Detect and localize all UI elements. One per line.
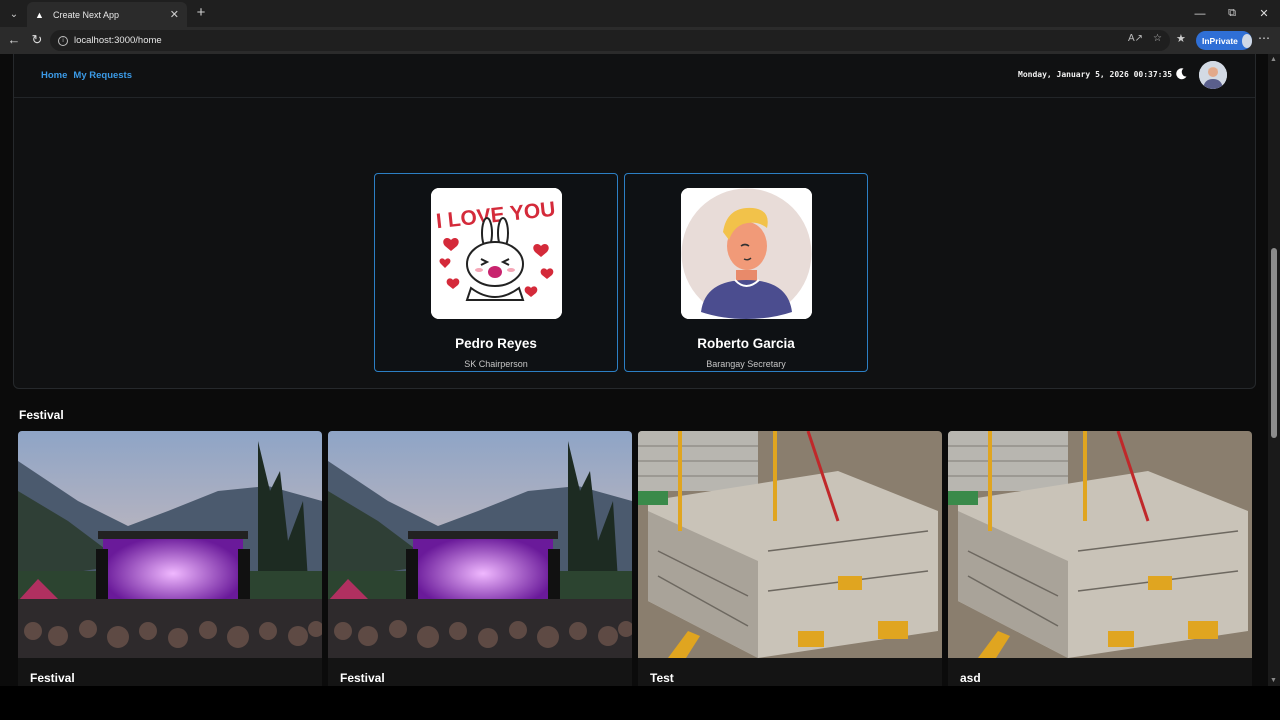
page-scrollbar[interactable]: ▲ ▼ [1268,54,1280,686]
scroll-up-icon[interactable]: ▲ [1270,56,1277,63]
officials-list: I LOVE YOU Pedro Reyes SK Chairperson Ro… [374,173,868,372]
nav-link-my-requests[interactable]: My Requests [73,70,132,81]
official-role: Barangay Secretary [706,359,786,369]
browser-tab-bar: ⌄ ▲ Create Next App ✕ + — ⧉ ✕ [0,0,1280,27]
official-card[interactable]: Roberto Garcia Barangay Secretary [624,173,868,372]
tab-actions-menu-icon[interactable]: ⌄ [4,4,24,24]
page-viewport: Home My Requests Monday, January 5, 2026… [0,54,1268,686]
favorite-star-icon[interactable]: ☆ [1153,33,1162,44]
inprivate-label: InPrivate [1202,35,1238,46]
more-options-icon[interactable]: ⋯ [1258,31,1270,45]
construction-image [638,431,942,658]
concert-image [18,431,322,658]
current-datetime: Monday, January 5, 2026 00:37:35 [1018,70,1173,79]
avatar-person-icon [1199,61,1227,89]
restore-icon[interactable]: ⧉ [1216,0,1248,27]
new-tab-icon[interactable]: + [192,4,210,22]
scroll-down-icon[interactable]: ▼ [1270,677,1277,684]
browser-tab[interactable]: ▲ Create Next App ✕ [27,2,187,27]
official-name: Pedro Reyes [455,336,537,351]
official-photo: I LOVE YOU [431,188,562,319]
refresh-icon[interactable]: ↻ [28,31,46,49]
event-title: asd [960,671,981,685]
official-name: Roberto Garcia [697,336,795,351]
back-icon[interactable]: ← [5,31,23,49]
person-avatar-illustration-icon [681,188,812,319]
close-tab-icon[interactable]: ✕ [170,8,179,21]
event-title: Festival [340,671,385,685]
event-title: Festival [30,671,75,685]
event-card[interactable]: asd [948,431,1252,686]
bunny-love-sticker-icon: I LOVE YOU [431,188,562,319]
event-card[interactable]: Festival [328,431,632,686]
construction-image [948,431,1252,658]
concert-image [328,431,632,658]
tab-title: Create Next App [53,9,120,20]
screen-bottom-band [0,686,1280,720]
browser-toolbar: ← ↻ i localhost:3000/home A↗ ☆ ★ InPriva… [0,27,1280,54]
nextjs-favicon-icon: ▲ [35,9,44,20]
event-card[interactable]: Festival [18,431,322,686]
event-card[interactable]: Test [638,431,942,686]
site-info-icon[interactable]: i [58,35,68,46]
user-avatar[interactable] [1199,61,1227,89]
profile-avatar-icon [1241,33,1252,48]
official-card[interactable]: I LOVE YOU Pedro Reyes SK Chairperson [374,173,618,372]
scroll-thumb[interactable] [1271,248,1277,438]
official-role: SK Chairperson [464,359,528,369]
event-title: Test [650,671,674,685]
window-controls: — ⧉ ✕ [1184,0,1280,27]
close-window-icon[interactable]: ✕ [1248,0,1280,27]
nav-links: Home My Requests [41,70,132,81]
minimize-icon[interactable]: — [1184,0,1216,27]
section-title: Festival [19,408,64,422]
moon-icon[interactable] [1174,67,1188,81]
address-bar[interactable]: i localhost:3000/home A↗ ☆ [50,30,1170,51]
read-aloud-icon[interactable]: A↗ [1128,33,1143,44]
nav-link-home[interactable]: Home [41,70,67,81]
events-list: Festival Festival Test asd [18,431,1252,686]
favorites-icon[interactable]: ★ [1176,32,1186,45]
inprivate-button[interactable]: InPrivate [1196,31,1252,50]
address-url: localhost:3000/home [74,35,162,46]
official-photo [681,188,812,319]
top-nav: Home My Requests Monday, January 5, 2026… [14,54,1255,98]
